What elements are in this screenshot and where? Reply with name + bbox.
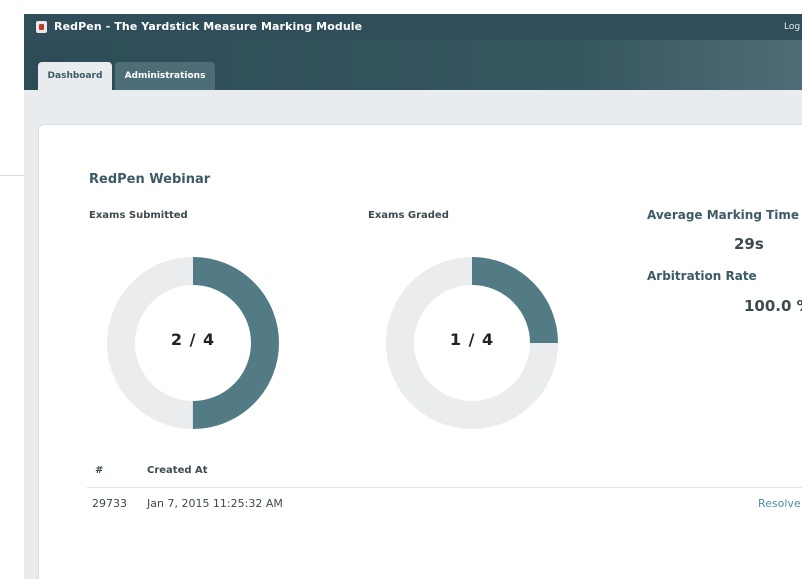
- tab-administrations[interactable]: Administrations: [115, 62, 215, 90]
- row-id: 29733: [92, 497, 127, 510]
- row-created-at: Jan 7, 2015 11:25:32 AM: [147, 497, 283, 510]
- page-title: RedPen Webinar: [89, 172, 211, 187]
- table-divider: [87, 487, 802, 488]
- background-divider: [0, 175, 24, 176]
- exams-graded-donut: 1 / 4: [382, 253, 562, 433]
- logout-link[interactable]: Log: [784, 22, 800, 32]
- app-title: RedPen - The Yardstick Measure Marking M…: [54, 20, 363, 33]
- app-window: RedPen - The Yardstick Measure Marking M…: [24, 14, 802, 579]
- average-marking-time-label: Average Marking Time: [647, 208, 800, 222]
- redpen-logo-icon: [36, 21, 47, 33]
- column-header-created-at: Created At: [147, 465, 208, 476]
- exams-graded-label: Exams Graded: [368, 210, 449, 221]
- exams-submitted-donut: 2 / 4: [103, 253, 283, 433]
- title-bar: RedPen - The Yardstick Measure Marking M…: [24, 14, 802, 40]
- exams-submitted-value: 2 / 4: [170, 330, 216, 349]
- average-marking-time-value: 29s: [734, 235, 764, 253]
- tab-dashboard[interactable]: Dashboard: [38, 62, 112, 90]
- resolve-link[interactable]: Resolve: [758, 497, 801, 510]
- exams-submitted-label: Exams Submitted: [89, 210, 188, 221]
- exams-graded-value: 1 / 4: [449, 330, 495, 349]
- column-header-id: #: [95, 465, 104, 476]
- nav-bar: Dashboard Administrations: [24, 40, 802, 90]
- dashboard-panel: RedPen Webinar Exams Submitted 2 / 4 Exa…: [38, 124, 802, 579]
- arbitration-rate-label: Arbitration Rate: [647, 269, 757, 283]
- arbitration-rate-value: 100.0 %: [744, 297, 802, 315]
